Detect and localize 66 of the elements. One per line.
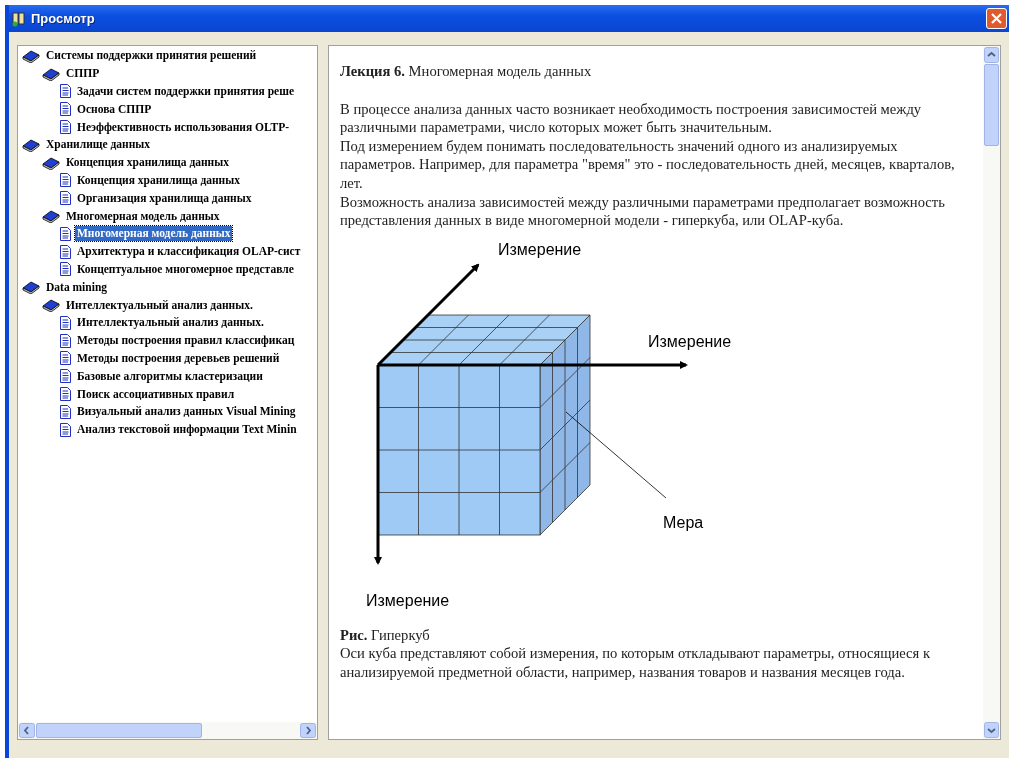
tree-item[interactable]: Задачи систем поддержки принятия реше — [75, 84, 297, 99]
tree-item[interactable]: Визуальный анализ данных Visual Mining — [75, 404, 298, 420]
scroll-right-icon[interactable] — [300, 723, 316, 738]
document-icon — [60, 315, 71, 330]
tree-item[interactable]: Организация хранилища данных — [75, 190, 254, 206]
document-icon — [60, 333, 71, 348]
tree-item[interactable]: Анализ текстовой информации Text Minin — [75, 422, 299, 438]
lecture-heading: Лекция 6. Многомерная модель данных — [340, 62, 593, 81]
close-button[interactable] — [986, 8, 1007, 29]
tree-item[interactable]: Интеллектуальный анализ данных. — [75, 315, 266, 331]
tree-item[interactable]: Системы поддержки принятия решений — [44, 48, 259, 64]
paragraph: Возможность анализа зависимостей между различными параметрами предполагает возможность представления данных в виде многомерной модели - гиперкуба, или OLAP-куба. — [340, 192, 946, 230]
tree-item[interactable]: Многомерная модель данных — [75, 226, 233, 242]
tree-item[interactable]: Хранилище данных — [44, 137, 153, 153]
tree-item[interactable]: Неэффективность использования OLTP- — [75, 119, 292, 135]
paragraph: В процессе анализа данных часто возникает необходимость построения зависимостей между различными параметрами, число которых может быть значительным. — [340, 99, 923, 137]
book-icon — [42, 298, 60, 313]
tree-item[interactable]: Базовые алгоритмы кластеризации — [75, 368, 265, 384]
document-icon — [60, 244, 71, 259]
tree-item[interactable]: Интеллектуальный анализ данных. — [64, 297, 255, 313]
paragraph: Под измерением будем понимать последовательность значений одного из анализируемых параметров. Например, для параметра "время" это - последовательность дней, месяцев, кварталов, лет. — [340, 136, 956, 193]
figure-caption: Рис. Гиперкуб — [340, 625, 431, 645]
tree-item[interactable]: Концептуальное многомерное представле — [75, 261, 296, 277]
tree-item[interactable]: Концепция хранилища данных — [64, 155, 231, 171]
book-icon — [42, 66, 60, 81]
document-icon — [60, 102, 71, 117]
axis-label: Измерение — [648, 332, 732, 350]
axis-label: Измерение — [498, 240, 582, 258]
app-icon — [11, 10, 27, 27]
document-icon — [60, 369, 71, 384]
close-icon — [991, 13, 1002, 24]
document-icon — [60, 84, 71, 99]
window-title: Просмотр — [31, 9, 95, 28]
paragraph: Оси куба представляют собой измерения, по которым откладывают параметры, относящиеся к анализируемой предметной области, например, названия товаров и названия месяцев года. — [340, 644, 932, 682]
tree-item[interactable]: Архитектура и классификация OLAP-сист — [75, 244, 303, 260]
measure-label: Мера — [663, 513, 704, 531]
document-icon — [60, 262, 71, 277]
document-icon — [60, 226, 71, 241]
tree-item[interactable]: СППР — [64, 66, 102, 82]
vertical-scrollbar[interactable] — [983, 46, 1000, 739]
book-icon — [42, 209, 60, 224]
document-icon — [60, 173, 71, 188]
tree-item[interactable]: Методы построения деревьев решений — [75, 350, 282, 366]
scroll-up-icon[interactable] — [984, 47, 999, 63]
document-icon — [60, 351, 71, 366]
tree-item[interactable]: Поиск ассоциативных правил — [75, 386, 237, 402]
scroll-down-icon[interactable] — [984, 722, 999, 738]
book-icon — [42, 155, 60, 170]
horizontal-scrollbar[interactable] — [18, 722, 317, 739]
scroll-left-icon[interactable] — [19, 723, 35, 738]
book-icon — [22, 280, 40, 295]
document-icon — [60, 422, 71, 437]
book-icon — [22, 48, 40, 63]
tree-item[interactable]: Методы построения правил классификац — [75, 333, 297, 349]
document-icon — [60, 120, 71, 135]
axis-label: Измерение — [366, 591, 450, 609]
scrollbar-thumb[interactable] — [36, 723, 202, 738]
book-icon — [22, 137, 40, 152]
tree-item[interactable]: Основа СППР — [75, 101, 154, 117]
document-icon — [60, 387, 71, 402]
tree-item[interactable]: Data mining — [44, 279, 110, 295]
scrollbar-thumb[interactable] — [984, 64, 999, 146]
document-icon — [60, 404, 71, 419]
document-icon — [60, 191, 71, 206]
tree-item[interactable]: Многомерная модель данных — [64, 208, 222, 224]
tree-item[interactable]: Концепция хранилища данных — [75, 172, 242, 188]
